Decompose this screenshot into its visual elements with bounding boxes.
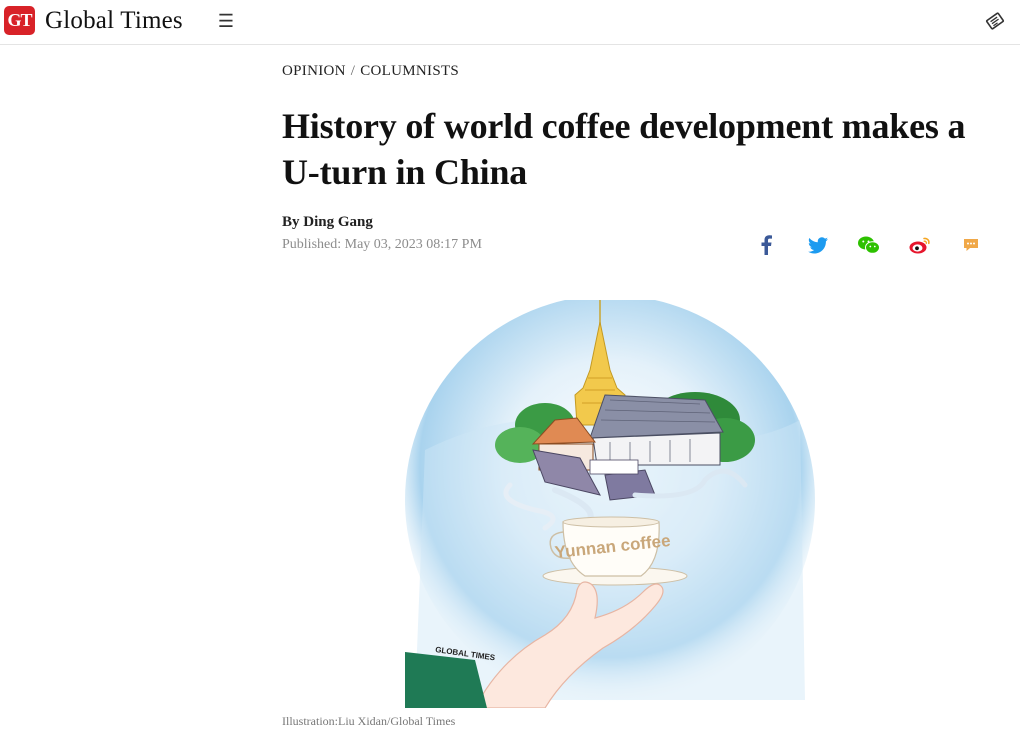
breadcrumb-columnists-link[interactable]: COLUMNISTS [360,63,459,79]
hamburger-menu-icon[interactable]: ☰ [216,10,236,32]
newspaper-icon[interactable] [984,10,1006,32]
site-logo[interactable]: GT [4,6,35,35]
facebook-icon[interactable] [754,234,778,256]
breadcrumb-opinion-link[interactable]: OPINION [282,63,346,79]
twitter-icon[interactable] [806,234,830,256]
comment-icon[interactable] [959,234,983,256]
wechat-icon[interactable] [857,234,881,256]
article-byline[interactable]: By Ding Gang [282,214,373,231]
illustration-caption: Illustration:Liu Xidan/Global Times [282,714,456,728]
site-header: GT Global Times ☰ [0,0,1020,45]
article-published-date: Published: May 03, 2023 08:17 PM [282,237,482,252]
breadcrumb-separator: / [350,63,356,79]
breadcrumb: OPINION / COLUMNISTS [282,63,459,80]
weibo-icon[interactable] [908,234,932,256]
article-headline: History of world coffee development make… [282,106,966,192]
article-illustration: Yunnan coffee GLOBAL TIMES [405,295,815,709]
site-brand-name[interactable]: Global Times [45,5,183,37]
